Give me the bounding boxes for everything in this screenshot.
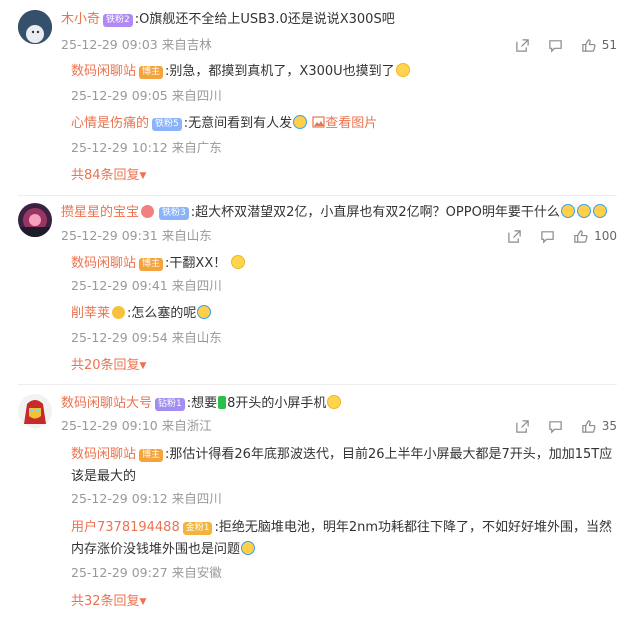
cry-emoji-icon (576, 204, 591, 218)
share-icon (515, 419, 530, 434)
reply-location: 来自四川 (171, 278, 222, 293)
reply-text: :干翻XX！ (165, 256, 227, 271)
smile-emoji-icon (231, 255, 246, 269)
reply-text: :别急，都摸到真机了，X300U也摸到了 (165, 64, 395, 79)
comment-button[interactable] (548, 419, 563, 434)
share-icon (507, 229, 522, 244)
reply-location: 来自安徽 (171, 565, 222, 580)
share-button[interactable] (507, 229, 522, 244)
verified-icon (112, 306, 126, 319)
share-button[interactable] (515, 38, 530, 53)
comment-text: :O旗舰还不全给上USB3.0还是说说X300S吧 (134, 12, 395, 27)
reply-author[interactable]: 心情是伤痛的 (71, 116, 149, 131)
author-badge: 博主 (139, 449, 164, 462)
author-badge: 博主 (139, 66, 164, 79)
fan-badge: 铁粉2 (103, 14, 133, 27)
laugh-emoji-icon (197, 305, 212, 319)
reply-author[interactable]: 数码闲聊站 (71, 64, 136, 79)
cry-emoji-icon (560, 204, 575, 218)
comment-button[interactable] (540, 229, 555, 244)
scared-emoji-icon (241, 541, 256, 555)
like-count: 100 (594, 229, 617, 243)
cry-emoji-icon (592, 204, 607, 218)
like-icon (581, 38, 596, 53)
comment-author[interactable]: 攒星星的宝宝 (61, 205, 139, 220)
like-count: 35 (601, 419, 617, 433)
laugh-emoji-icon (293, 115, 308, 129)
vip-icon (141, 205, 155, 218)
comment-text: :想要 (186, 396, 218, 411)
like-button[interactable]: 35 (581, 419, 617, 434)
reply-time: 25-12-29 09:12 (71, 491, 168, 506)
chevron-down-icon: ▼ (139, 171, 147, 181)
reply-author[interactable]: 数码闲聊站 (71, 447, 136, 462)
comment-time: 25-12-29 09:31 (61, 228, 158, 243)
comment-button[interactable] (548, 38, 563, 53)
reply-location: 来自四川 (171, 88, 222, 103)
share-button[interactable] (515, 419, 530, 434)
divider (18, 195, 617, 196)
fan-badge: 金粉1 (182, 522, 213, 535)
reply-author[interactable]: 数码闲聊站 (71, 256, 136, 271)
comment-icon (548, 38, 563, 53)
fan-badge: 钻粉1 (155, 398, 185, 411)
comment-location: 来自浙江 (161, 418, 212, 433)
smile-emoji-icon (327, 395, 342, 409)
divider (18, 384, 617, 385)
comment-text: :超大杯双潜望双2亿，小直屏也有双2亿啊？OPPO明年要干什么 (190, 205, 560, 220)
comment-icon (548, 419, 563, 434)
reply-location: 来自山东 (171, 330, 222, 345)
comment-time: 25-12-29 09:10 (61, 418, 158, 433)
chevron-down-icon: ▼ (139, 361, 147, 371)
comment-author[interactable]: 木小奇 (61, 12, 100, 27)
like-button[interactable]: 100 (573, 229, 617, 244)
fan-badge: 铁粉3 (159, 207, 189, 220)
avatar[interactable] (18, 394, 52, 428)
smile-emoji-icon (395, 63, 410, 77)
more-replies-link[interactable]: 共32条回复▼ (71, 593, 146, 611)
reply-text: :怎么塞的呢 (127, 306, 197, 321)
like-icon (581, 419, 596, 434)
share-icon (515, 38, 530, 53)
more-replies-link[interactable]: 共20条回复▼ (71, 357, 146, 375)
reply-time: 25-12-29 09:54 (71, 330, 168, 345)
reply-author[interactable]: 削莘莱 (71, 306, 110, 321)
reply-author[interactable]: 用户7378194488 (71, 520, 180, 535)
reply-time: 25-12-29 10:12 (71, 140, 168, 155)
like-count: 51 (601, 38, 617, 52)
like-button[interactable]: 51 (581, 38, 617, 53)
reply-location: 来自广东 (171, 140, 222, 155)
fan-badge: 铁粉5 (152, 118, 182, 131)
avatar[interactable] (18, 203, 52, 237)
comment-location: 来自山东 (161, 228, 212, 243)
author-badge: 博主 (139, 258, 164, 271)
reply-text: :无意间看到有人发 (183, 116, 293, 131)
view-image-link[interactable]: 查看图片 (312, 116, 377, 131)
like-icon (573, 229, 588, 244)
chevron-down-icon: ▼ (139, 597, 147, 607)
comment-author[interactable]: 数码闲聊站大号 (61, 396, 152, 411)
image-icon (312, 116, 325, 128)
comment-time: 25-12-29 09:03 (61, 37, 158, 52)
reply-location: 来自四川 (171, 491, 222, 506)
comment-location: 来自吉林 (161, 37, 212, 52)
reply-time: 25-12-29 09:05 (71, 88, 168, 103)
comment-icon (540, 229, 555, 244)
battery-emoji-icon (218, 396, 227, 409)
reply-time: 25-12-29 09:41 (71, 278, 168, 293)
more-replies-link[interactable]: 共84条回复▼ (71, 167, 146, 185)
reply-time: 25-12-29 09:27 (71, 565, 168, 580)
avatar[interactable] (18, 10, 52, 44)
